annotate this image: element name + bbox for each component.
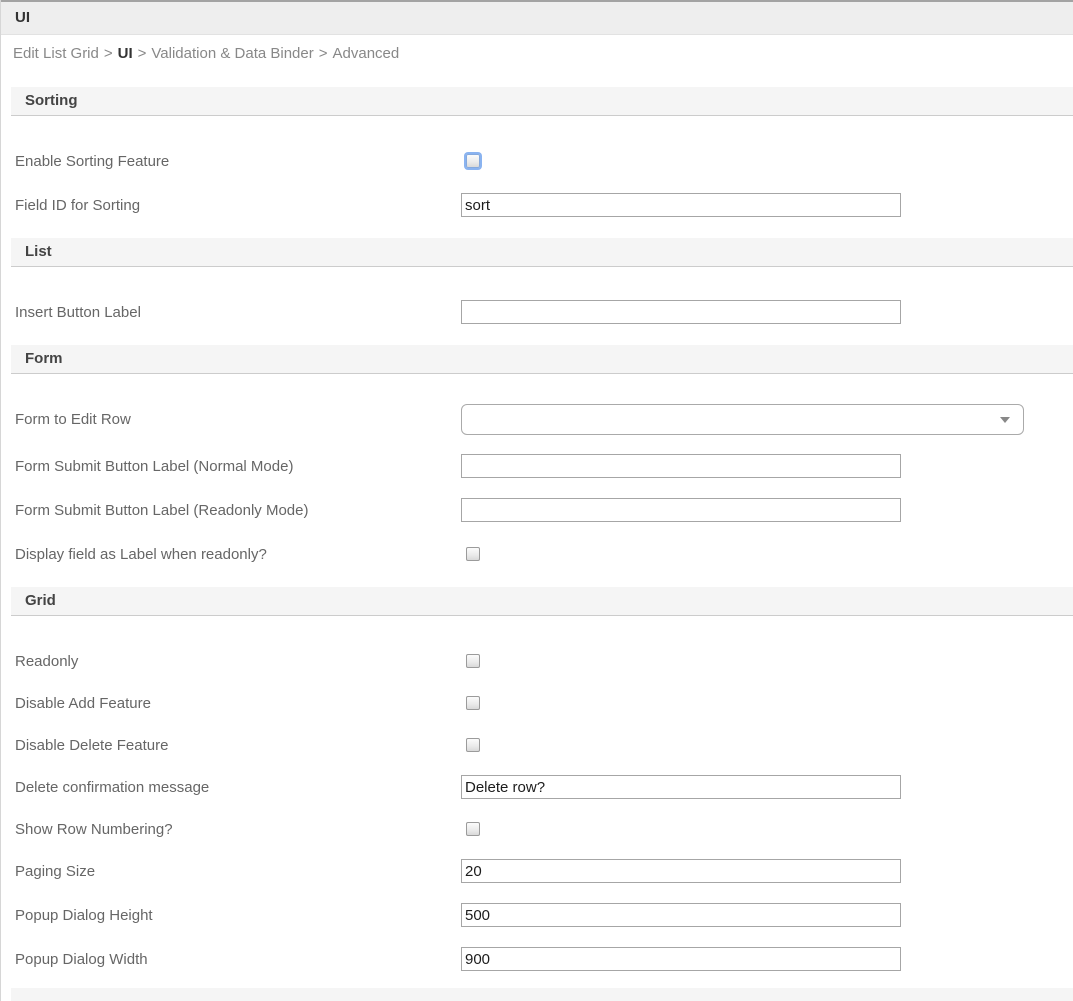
section-header-grid: Grid: [11, 587, 1073, 616]
section-title: Form: [25, 350, 63, 367]
breadcrumb-item-advanced[interactable]: Advanced: [333, 45, 400, 62]
breadcrumb-item-validation-data-binder[interactable]: Validation & Data Binder: [151, 45, 313, 62]
section-header-form: Form: [11, 345, 1073, 374]
field-row: Display field as Label when readonly?: [15, 541, 1073, 567]
field-label: Show Row Numbering?: [15, 821, 461, 838]
next-section-bar: [11, 988, 1073, 1001]
enable-sorting-checkbox[interactable]: [466, 154, 480, 168]
field-row: Readonly: [15, 648, 1073, 674]
section-title: List: [25, 243, 52, 260]
popup-dialog-width-input[interactable]: [461, 947, 901, 971]
field-row: Field ID for Sorting: [15, 192, 1073, 218]
breadcrumb-separator: >: [133, 45, 152, 62]
field-label: Enable Sorting Feature: [15, 153, 461, 170]
field-label: Form to Edit Row: [15, 411, 461, 428]
display-as-label-checkbox[interactable]: [466, 547, 480, 561]
field-row: Show Row Numbering?: [15, 816, 1073, 842]
page-title-text: UI: [15, 9, 30, 26]
field-label: Field ID for Sorting: [15, 197, 461, 214]
paging-size-input[interactable]: [461, 859, 901, 883]
field-label: Form Submit Button Label (Readonly Mode): [15, 502, 461, 519]
field-label: Form Submit Button Label (Normal Mode): [15, 458, 461, 475]
field-label: Disable Delete Feature: [15, 737, 461, 754]
field-row: Insert Button Label: [15, 299, 1073, 325]
readonly-checkbox[interactable]: [466, 654, 480, 668]
breadcrumb-separator: >: [314, 45, 333, 62]
page-title: UI: [1, 0, 1073, 35]
field-row: Form to Edit Row: [15, 404, 1073, 435]
section-title: Sorting: [25, 92, 78, 109]
field-label: Readonly: [15, 653, 461, 670]
field-label: Popup Dialog Width: [15, 951, 461, 968]
form-submit-readonly-input[interactable]: [461, 498, 901, 522]
field-label: Display field as Label when readonly?: [15, 546, 461, 563]
field-row: Paging Size: [15, 858, 1073, 884]
field-label: Disable Add Feature: [15, 695, 461, 712]
breadcrumb: Edit List Grid>UI>Validation & Data Bind…: [1, 35, 1073, 65]
field-row: Enable Sorting Feature: [15, 148, 1073, 174]
chevron-down-icon: [1000, 417, 1010, 423]
delete-confirmation-input[interactable]: [461, 775, 901, 799]
field-row: Form Submit Button Label (Readonly Mode): [15, 497, 1073, 523]
field-row: Popup Dialog Height: [15, 902, 1073, 928]
field-row: Disable Add Feature: [15, 690, 1073, 716]
field-label: Paging Size: [15, 863, 461, 880]
popup-dialog-height-input[interactable]: [461, 903, 901, 927]
breadcrumb-separator: >: [99, 45, 118, 62]
breadcrumb-item-edit-list-grid[interactable]: Edit List Grid: [13, 45, 99, 62]
field-row: Form Submit Button Label (Normal Mode): [15, 453, 1073, 479]
section-title: Grid: [25, 592, 56, 609]
field-label: Insert Button Label: [15, 304, 461, 321]
disable-add-checkbox[interactable]: [466, 696, 480, 710]
disable-delete-checkbox[interactable]: [466, 738, 480, 752]
field-row: Popup Dialog Width: [15, 946, 1073, 972]
field-row: Delete confirmation message: [15, 774, 1073, 800]
form-to-edit-row-select[interactable]: [461, 404, 1024, 435]
section-header-sorting: Sorting: [11, 87, 1073, 116]
field-label: Delete confirmation message: [15, 779, 461, 796]
field-id-for-sorting-input[interactable]: [461, 193, 901, 217]
insert-button-label-input[interactable]: [461, 300, 901, 324]
section-header-list: List: [11, 238, 1073, 267]
form-submit-normal-input[interactable]: [461, 454, 901, 478]
breadcrumb-item-ui: UI: [118, 45, 133, 62]
field-row: Disable Delete Feature: [15, 732, 1073, 758]
field-label: Popup Dialog Height: [15, 907, 461, 924]
settings-page: UI Edit List Grid>UI>Validation & Data B…: [0, 0, 1073, 1001]
show-row-numbering-checkbox[interactable]: [466, 822, 480, 836]
